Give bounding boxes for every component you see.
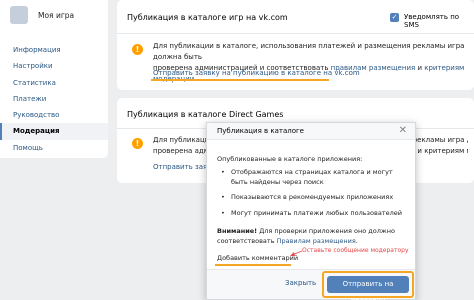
sidebar-item-moderation[interactable]: Модерация <box>0 123 108 141</box>
vk-card-title: Публикация в каталоге игр на vk.com <box>127 13 288 22</box>
vk-info-line1: Для публикации в каталоге, использования… <box>153 42 465 61</box>
warning-icon: ! <box>132 44 143 55</box>
warning-bold: Внимание! <box>217 227 258 235</box>
game-avatar[interactable] <box>10 6 28 24</box>
sidebar-item-settings[interactable]: Настройки <box>0 58 108 74</box>
modal-title: Публикация в каталоге <box>217 127 304 135</box>
vk-info-and: и <box>415 64 425 72</box>
game-header[interactable]: Моя игра <box>10 6 74 24</box>
list-item: Показываются в рекомендуемых приложениях <box>219 193 409 203</box>
warning-end: . <box>355 236 358 245</box>
sidebar-item-stats[interactable]: Статистика <box>0 75 108 91</box>
sms-label[interactable]: Уведомлять по SMS <box>404 13 474 29</box>
modal-warning: Внимание! Для проверки приложения оно до… <box>217 227 407 246</box>
vk-submit-link[interactable]: Отправить заявку на публикацию в каталог… <box>153 68 360 79</box>
comment-highlight <box>215 264 291 266</box>
sidebar-item-help[interactable]: Помощь <box>0 140 108 156</box>
warning-icon: ! <box>132 138 143 149</box>
vk-catalog-card: Публикация в каталоге игр на vk.com ✓ Ув… <box>117 0 474 90</box>
sms-checkbox[interactable]: ✓ <box>390 13 399 22</box>
submit-review-button[interactable]: Отправить на проверку <box>327 276 409 300</box>
sidebar-item-info[interactable]: Информация <box>0 42 108 58</box>
close-button[interactable]: Закрыть <box>285 279 316 287</box>
annotation-text: Оставьте сообщение модератору <box>302 247 409 254</box>
modal-footer: Закрыть Отправить на проверку <box>207 269 415 300</box>
bullet-list: Отображаются на страницах каталога и мог… <box>219 168 409 224</box>
sidebar-item-management[interactable]: Руководство <box>0 107 108 123</box>
add-comment-link[interactable]: Добавить комментарий <box>217 254 298 264</box>
game-title[interactable]: Моя игра <box>38 11 74 20</box>
divider <box>117 33 474 34</box>
link-highlight <box>151 79 329 81</box>
modal-header: Публикация в каталоге ✕ <box>207 123 415 140</box>
list-item: Отображаются на страницах каталога и мог… <box>219 168 409 187</box>
sidebar-item-payments[interactable]: Платежи <box>0 91 108 107</box>
sidebar: Моя игра Информация Настройки Статистика… <box>0 0 108 158</box>
modal-intro: Опубликованные в каталоге приложения: <box>217 155 363 163</box>
list-item: Могут принимать платежи любых пользовате… <box>219 209 409 219</box>
close-icon[interactable]: ✕ <box>399 125 407 136</box>
sidebar-nav: Информация Настройки Статистика Платежи … <box>0 42 108 156</box>
dg-card-title: Публикация в каталоге Direct Games <box>127 110 284 119</box>
placement-rules-link[interactable]: Правилам размещения <box>277 237 356 245</box>
publish-modal: Публикация в каталоге ✕ Опубликованные в… <box>206 122 416 300</box>
